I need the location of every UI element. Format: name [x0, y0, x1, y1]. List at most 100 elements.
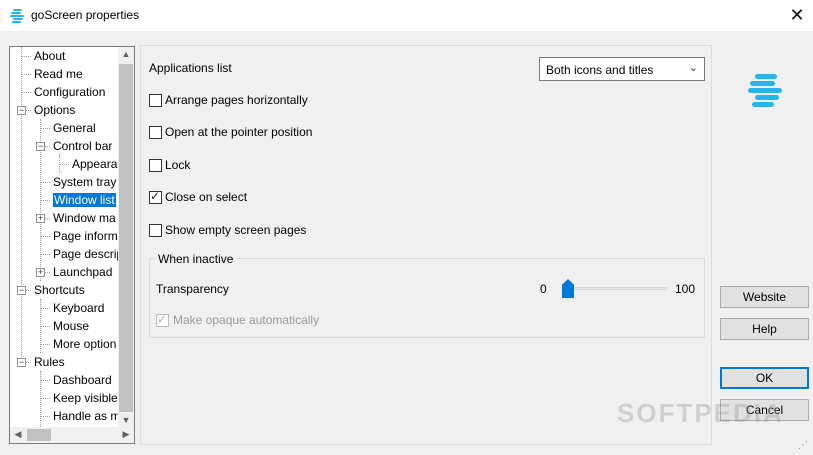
tree-item[interactable]: About — [34, 47, 65, 65]
expand-icon[interactable]: + — [36, 214, 45, 223]
close-button[interactable]: ✕ — [786, 4, 808, 26]
option-checkbox[interactable] — [149, 94, 162, 107]
option-checkbox-label[interactable]: Show empty screen pages — [165, 223, 306, 237]
title-bar: goScreen properties ✕ — [0, 0, 813, 31]
transparency-slider-track[interactable] — [565, 287, 667, 290]
scroll-up-icon[interactable]: ▲ — [118, 49, 134, 59]
tree-connector — [40, 128, 50, 129]
tree-item-label: Control bar — [53, 139, 113, 153]
resize-grip-icon[interactable]: ⋰ — [798, 440, 808, 451]
tree-connector — [40, 182, 50, 183]
tree-item-label: System tray — [53, 175, 117, 189]
tree-item-label: Dashboard — [53, 373, 112, 387]
tree-connector — [40, 254, 50, 255]
tree-item[interactable]: General — [53, 119, 96, 137]
close-icon: ✕ — [789, 5, 805, 25]
tree-vertical-scrollbar[interactable]: ▲ ▼ — [118, 47, 134, 429]
transparency-max-label: 100 — [675, 282, 696, 296]
tree-item-label: Window ma — [53, 211, 116, 225]
tree-item[interactable]: Mouse — [53, 317, 89, 335]
website-button[interactable]: Website — [720, 286, 809, 308]
tree-connector — [40, 308, 50, 309]
expand-icon[interactable]: + — [36, 268, 45, 277]
tree-item-label: More option — [53, 337, 117, 351]
scroll-left-icon[interactable]: ◀ — [10, 429, 26, 440]
tree-item-label: Page inform — [53, 229, 118, 243]
when-inactive-title: When inactive — [155, 252, 237, 266]
tree-item[interactable]: Read me — [34, 65, 83, 83]
tree-item-label: Keyboard — [53, 301, 105, 315]
option-checkbox-label[interactable]: Lock — [165, 158, 190, 172]
tree-item-label: Page descrip — [53, 247, 120, 261]
window-title: goScreen properties — [31, 8, 140, 22]
tree-horizontal-scroll-thumb[interactable] — [27, 429, 51, 441]
tree-item[interactable]: Window list — [53, 191, 116, 209]
tree-connector — [40, 380, 50, 381]
option-checkbox[interactable] — [149, 189, 162, 204]
tree-item-label: Read me — [34, 67, 83, 81]
tree-item[interactable]: Keyboard — [53, 299, 104, 317]
tree-item[interactable]: Page descrip — [53, 245, 120, 263]
tree-item[interactable]: Options — [34, 101, 75, 119]
option-checkbox[interactable] — [149, 159, 162, 172]
tree-item[interactable]: Control bar — [53, 137, 112, 155]
tree-item-label: Configuration — [34, 85, 106, 99]
tree-vertical-scroll-thumb[interactable] — [119, 64, 133, 412]
tree-connector — [59, 164, 69, 165]
tree-item-label: Launchpad — [53, 265, 113, 279]
tree-connector — [40, 200, 50, 201]
make-opaque-checkbox[interactable] — [156, 312, 169, 327]
applications-list-select[interactable]: Both icons and titles ⌄ — [539, 57, 705, 81]
option-checkbox[interactable] — [149, 126, 162, 139]
tree-item-label: Mouse — [53, 319, 90, 333]
scroll-down-icon[interactable]: ▼ — [118, 415, 134, 425]
tree-item[interactable]: Window ma — [53, 209, 116, 227]
option-checkbox-label[interactable]: Arrange pages horizontally — [165, 93, 308, 107]
tree-item[interactable]: Page inform — [53, 227, 118, 245]
transparency-label: Transparency — [156, 282, 229, 296]
chevron-down-icon: ⌄ — [688, 62, 698, 74]
tree-connector — [40, 236, 50, 237]
tree-connector — [40, 398, 50, 399]
tree-items: About Read me Configuration − Options General… — [10, 47, 120, 429]
option-checkbox-label[interactable]: Open at the pointer position — [165, 125, 312, 139]
ok-button[interactable]: OK — [720, 367, 809, 389]
collapse-icon[interactable]: − — [17, 358, 26, 367]
tree-item[interactable]: Rules — [34, 353, 65, 371]
tree-item-label: About — [34, 49, 66, 63]
help-button[interactable]: Help — [720, 318, 809, 340]
tree-item[interactable]: Launchpad — [53, 263, 112, 281]
tree-item-label: Shortcuts — [34, 283, 85, 297]
collapse-icon[interactable]: − — [17, 286, 26, 295]
tree-horizontal-scrollbar[interactable]: ◀ ▶ — [10, 427, 134, 443]
goscreen-logo-icon — [748, 74, 782, 107]
tree-connector — [40, 326, 50, 327]
tree-item[interactable]: Configuration — [34, 83, 105, 101]
options-tree[interactable]: About Read me Configuration − Options General… — [9, 46, 135, 444]
tree-item-label: General — [53, 121, 96, 135]
tree-item[interactable]: System tray — [53, 173, 116, 191]
tree-item-label: Window list — [53, 193, 116, 207]
tree-item[interactable]: More option — [53, 335, 116, 353]
scroll-right-icon[interactable]: ▶ — [118, 429, 134, 440]
tree-connector — [21, 92, 31, 93]
collapse-icon[interactable]: − — [36, 142, 45, 151]
applications-list-value: Both icons and titles — [546, 63, 654, 77]
option-checkbox[interactable] — [149, 224, 162, 237]
tree-connector — [40, 344, 50, 345]
tree-item[interactable]: Handle as m — [53, 407, 120, 425]
tree-item[interactable]: Appearan — [72, 155, 120, 173]
applications-list-label: Applications list — [149, 61, 232, 75]
tree-item[interactable]: Dashboard — [53, 371, 112, 389]
tree-item-label: Options — [34, 103, 76, 117]
tree-item[interactable]: Keep visible — [53, 389, 118, 407]
tree-item[interactable]: Shortcuts — [34, 281, 85, 299]
option-checkbox-label[interactable]: Close on select — [165, 190, 247, 204]
make-opaque-label: Make opaque automatically — [173, 313, 320, 327]
transparency-min-label: 0 — [540, 282, 547, 296]
collapse-icon[interactable]: − — [17, 106, 26, 115]
goscreen-app-icon — [10, 9, 24, 23]
tree-connector — [21, 47, 22, 367]
tree-item-label: Rules — [34, 355, 65, 369]
tree-item-label: Keep visible — [53, 391, 118, 405]
